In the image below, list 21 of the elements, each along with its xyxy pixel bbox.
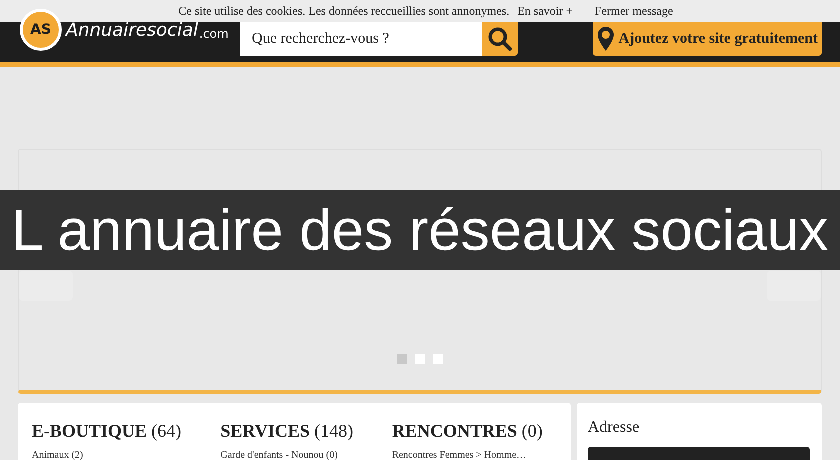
previous-button[interactable] xyxy=(19,271,73,301)
category-link[interactable]: Rencontres Femmes > Homme… xyxy=(392,450,571,460)
category-title[interactable]: RENCONTRES (0) xyxy=(392,421,571,442)
logo-mark[interactable]: AS xyxy=(20,9,62,51)
add-site-button[interactable]: Ajoutez votre site gratuitement xyxy=(592,22,822,56)
category-title[interactable]: E-BOUTIQUE (64) xyxy=(32,421,221,442)
learn-more-link[interactable]: En savoir + xyxy=(518,4,574,18)
category-link[interactable]: Garde d'enfants - Nounou (0) xyxy=(220,450,392,460)
search-field[interactable]: Que recherchez-vous ? xyxy=(240,22,482,56)
cookie-message: Ce site utilise des cookies. Les données reccueillies sont annonymes. xyxy=(178,4,510,18)
site-title: L annuaire des réseaux sociaux xyxy=(12,196,828,264)
address-title: Adresse xyxy=(588,419,641,437)
close-message-link[interactable]: Fermer message xyxy=(595,4,674,18)
logo-suffix[interactable]: .com xyxy=(199,27,229,41)
map-pin-icon xyxy=(596,26,615,52)
logo-name[interactable]: Annuairesocial xyxy=(66,20,198,40)
search-icon xyxy=(487,26,513,52)
search-button[interactable] xyxy=(482,22,518,56)
next-button[interactable] xyxy=(767,271,821,301)
category-title[interactable]: SERVICES (148) xyxy=(220,421,392,442)
category-link[interactable]: Animaux (2) xyxy=(32,450,221,460)
